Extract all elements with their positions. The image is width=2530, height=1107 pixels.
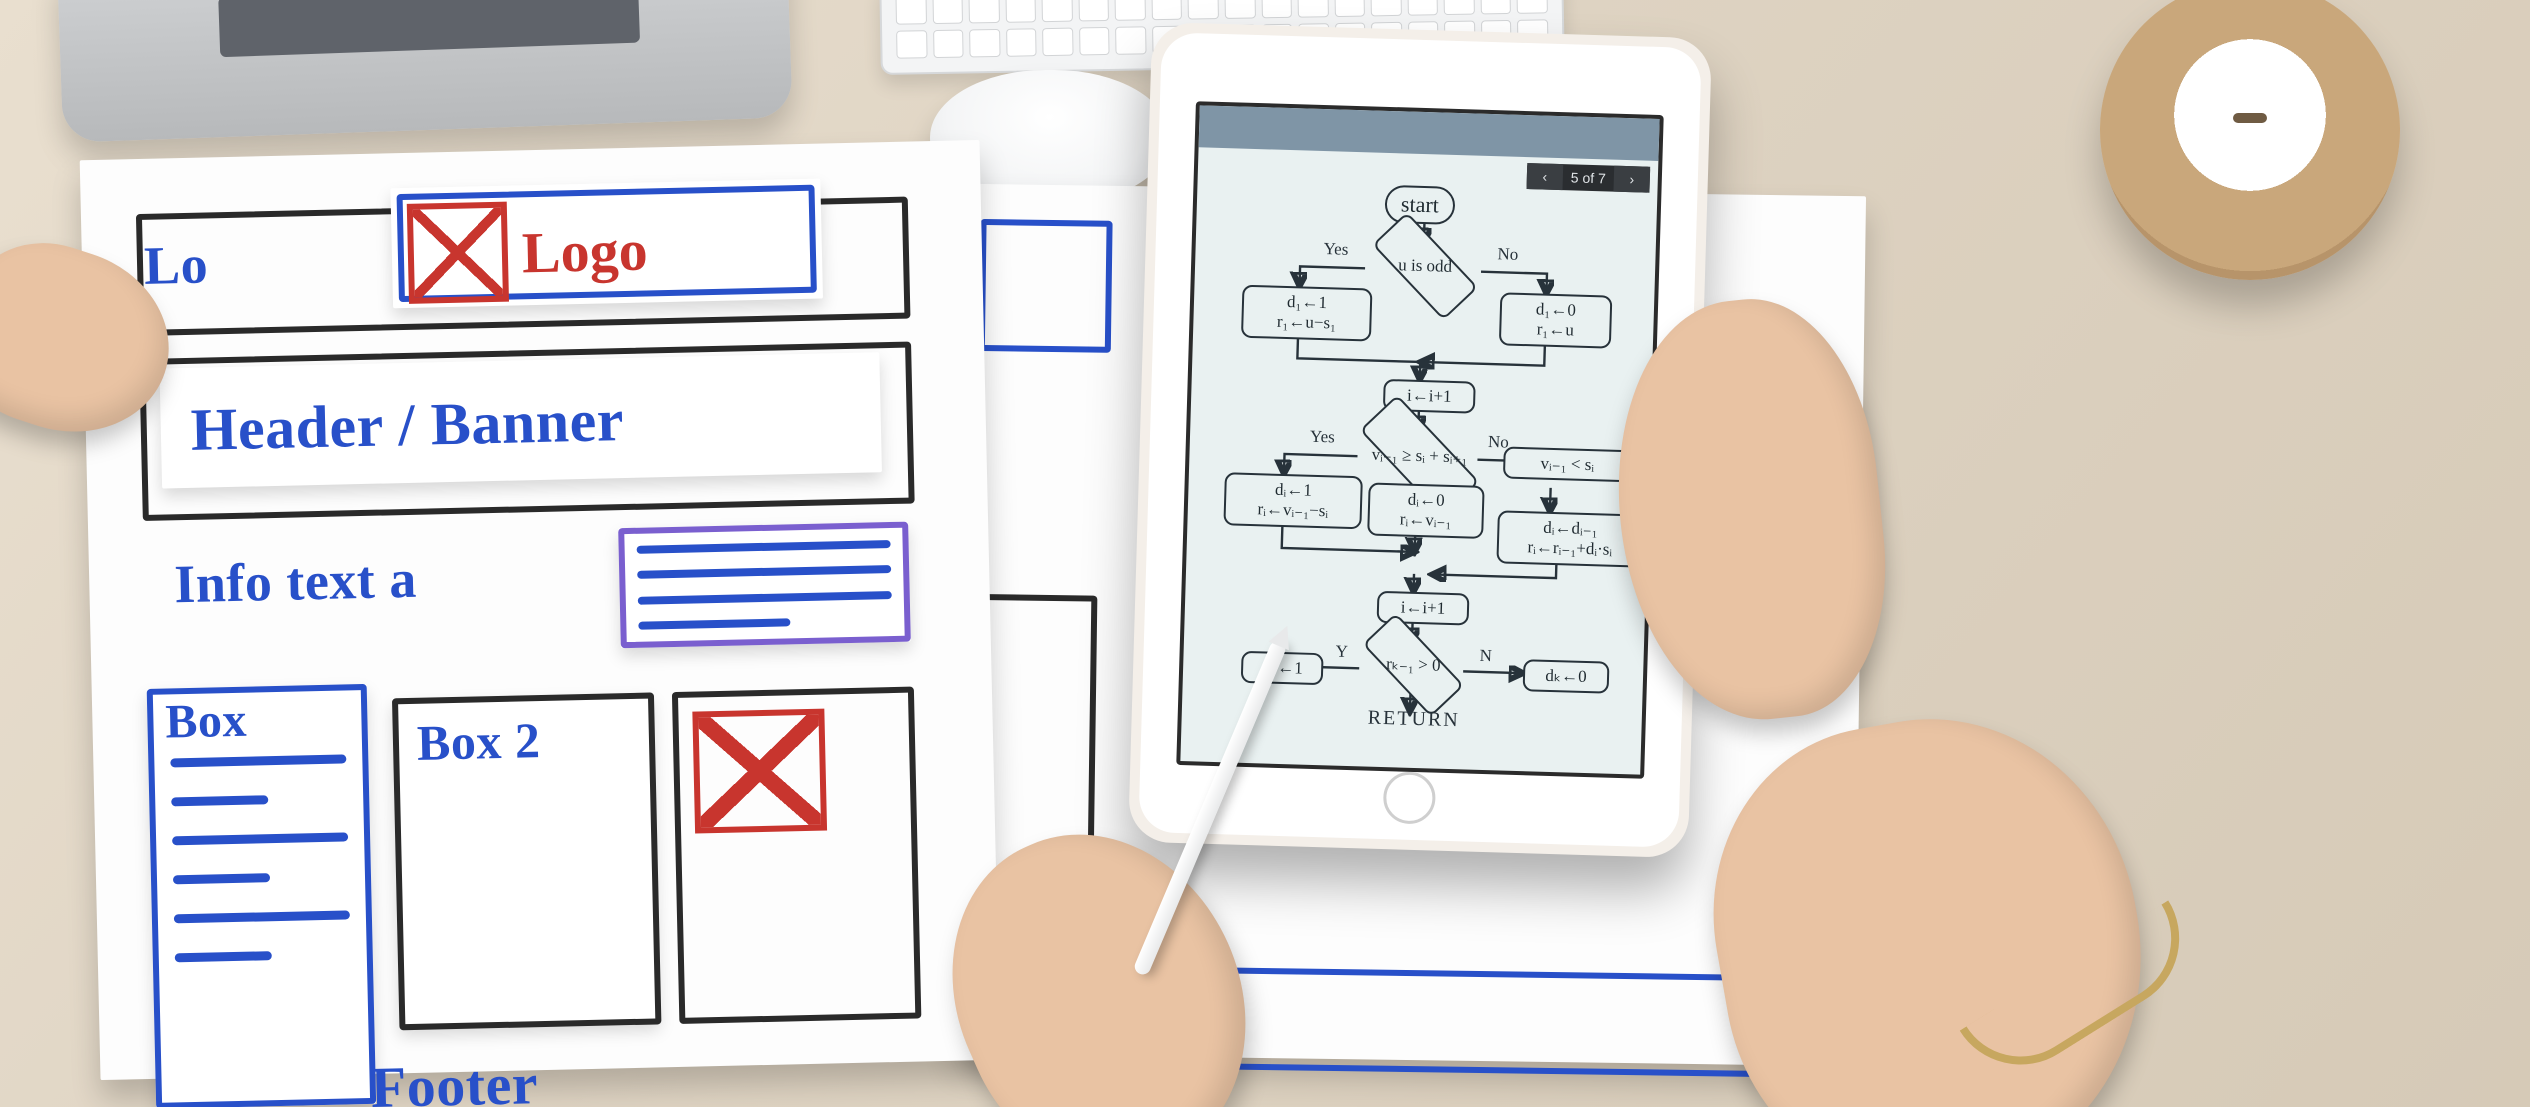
wf-box1-label: Box [165,693,248,750]
coffee-cup [2100,0,2400,280]
flow-return: RETURN [1367,707,1460,733]
wf-header-card: Header / Banner [159,352,882,488]
wf-info-label: Info text a [174,548,418,615]
flow-label-yes-1: Yes [1323,239,1348,260]
flow-rect-left-a: d₁←1 r₁←u−s₁ [1241,285,1373,342]
wf-box2-border: Box 2 [392,692,661,1030]
flow-rect-right-b: vᵢ₋₁ < sᵢ [1503,446,1632,482]
desk-scene: Footer Lo Logo Header / Banner Info text… [0,0,2530,1107]
wf-info-lines-card [618,522,911,649]
wf-box2-label: Box 2 [416,711,541,772]
flow-rect-mid-b: dᵢ←0 rᵢ←vᵢ₋₁ [1367,482,1485,538]
flow-start: start [1384,185,1455,225]
flow-rect-right-a: d₁←0 r₁←u [1499,292,1613,348]
wf-box3-placeholder-icon [692,709,827,834]
wf-info-lines-icon [637,540,893,630]
flow-label-y: Y [1335,642,1348,662]
wf-lo-fragment: Lo [143,233,208,296]
wf-logo-card: Logo [390,179,823,309]
tablet-screen[interactable]: ‹ 5 of 7 › [1176,101,1663,779]
flow-label-yes-2: Yes [1310,427,1335,448]
flow-label-n: N [1479,646,1492,666]
wf-box1-card: Box [147,684,376,1107]
flow-label-no-1: No [1497,244,1518,265]
wf-left-footer-label: Footer [370,1050,539,1107]
laptop [57,0,792,143]
wf-logo-label: Logo [521,216,648,286]
wireframe-paper-left: Lo Logo Header / Banner Info text a Box … [80,140,1001,1080]
flow-rect-right-d: dₖ←0 [1523,659,1610,694]
wf-right-header-box [979,219,1113,353]
flow-rect-left-b: dᵢ←1 rᵢ←vᵢ₋₁−sᵢ [1223,472,1363,529]
wf-logo-placeholder-icon [407,202,509,304]
wf-box1-lines-icon [170,754,353,1058]
wf-header-label: Header / Banner [190,386,625,465]
app-topbar [1199,105,1660,161]
